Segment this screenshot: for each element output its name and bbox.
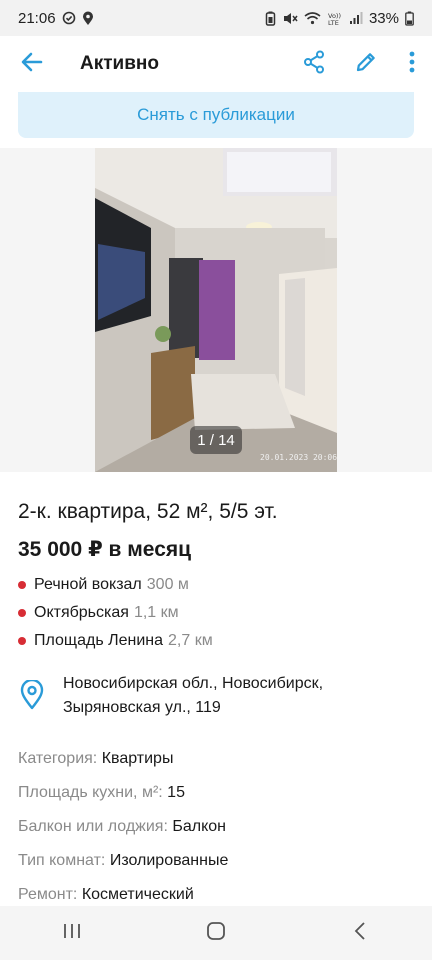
address-line-1: Новосибирская обл., Новосибирск, bbox=[63, 675, 324, 692]
signal-icon bbox=[349, 11, 363, 25]
param-key: Ремонт: bbox=[18, 886, 78, 903]
param-key: Балкон или лоджия: bbox=[18, 818, 168, 835]
listing-photo[interactable] bbox=[95, 148, 337, 472]
mute-icon bbox=[282, 11, 298, 26]
edit-button[interactable] bbox=[340, 36, 392, 92]
photo-counter: 1 / 14 bbox=[190, 426, 242, 454]
param-row: Балкон или лоджия: Балкон bbox=[18, 815, 226, 839]
battery-icon bbox=[405, 11, 414, 26]
metro-item: Речной вокзал 300 м bbox=[18, 573, 398, 597]
status-time: 21:06 bbox=[18, 9, 56, 27]
param-value: Квартиры bbox=[101, 750, 174, 767]
location-icon bbox=[82, 11, 94, 26]
param-row: Ремонт: Косметический bbox=[18, 883, 194, 907]
param-key: Категория: bbox=[18, 750, 98, 767]
param-row: Тип комнат: Изолированные bbox=[18, 849, 228, 873]
param-row: Площадь кухни, м²: 15 bbox=[18, 781, 185, 805]
listing-title: 2-к. квартира, 52 м², 5/5 эт. bbox=[18, 500, 278, 523]
metro-distance: 2,7 км bbox=[168, 632, 213, 649]
metro-item: Октябрьская 1,1 км bbox=[18, 601, 398, 625]
listing-price: 35 000 ₽ в месяц bbox=[18, 538, 192, 561]
address[interactable]: Новосибирская обл., Новосибирск, Зырянов… bbox=[18, 672, 414, 720]
wifi-icon bbox=[304, 11, 321, 25]
metro-dot-icon bbox=[18, 637, 26, 645]
home-button[interactable] bbox=[176, 906, 256, 960]
param-value: Косметический bbox=[81, 886, 194, 903]
home-icon bbox=[206, 921, 226, 946]
address-line-2: Зыряновская ул., 119 bbox=[63, 699, 221, 716]
check-circle-icon bbox=[62, 11, 76, 25]
recent-apps-icon bbox=[62, 922, 82, 945]
metro-item: Площадь Ленина 2,7 км bbox=[18, 629, 398, 653]
metro-dot-icon bbox=[18, 609, 26, 617]
metro-dot-icon bbox=[18, 581, 26, 589]
system-nav-bar bbox=[0, 906, 432, 960]
more-button[interactable] bbox=[392, 36, 432, 92]
param-key: Площадь кухни, м²: bbox=[18, 784, 163, 801]
page-title: Активно bbox=[80, 53, 159, 74]
chevron-left-icon bbox=[353, 921, 367, 946]
battery-percent: 33% bbox=[368, 9, 399, 27]
svg-text:LTE: LTE bbox=[328, 19, 339, 26]
location-pin-icon bbox=[18, 678, 46, 710]
param-value: Балкон bbox=[172, 818, 227, 835]
metro-name: Площадь Ленина bbox=[34, 632, 163, 649]
param-row: Категория: Квартиры bbox=[18, 747, 173, 771]
share-icon bbox=[303, 50, 325, 79]
arrow-left-icon bbox=[21, 52, 43, 77]
volte-icon: Vo)) LTE bbox=[327, 11, 343, 26]
metro-name: Октябрьская bbox=[34, 604, 129, 621]
battery-saver-icon bbox=[265, 11, 276, 26]
recent-apps-button[interactable] bbox=[32, 906, 112, 960]
unpublish-button[interactable]: Снять с публикации bbox=[18, 92, 414, 138]
pencil-icon bbox=[354, 50, 378, 79]
photo-timestamp: 20.01.2023 20:06 bbox=[260, 453, 338, 462]
app-bar: Активно bbox=[0, 36, 432, 92]
metro-distance: 1,1 км bbox=[133, 604, 179, 621]
share-button[interactable] bbox=[288, 36, 340, 92]
param-value: 15 bbox=[167, 784, 185, 801]
photo-gallery[interactable]: 1 / 14 20.01.2023 20:06 bbox=[0, 148, 432, 472]
metro-distance: 300 м bbox=[146, 576, 189, 593]
status-bar: 21:06 Vo)) LTE 33% bbox=[0, 0, 432, 36]
system-back-button[interactable] bbox=[320, 906, 400, 960]
param-value: Изолированные bbox=[109, 852, 229, 869]
more-vertical-icon bbox=[409, 51, 415, 78]
param-key: Тип комнат: bbox=[18, 852, 106, 869]
back-button[interactable] bbox=[0, 36, 64, 92]
metro-name: Речной вокзал bbox=[34, 576, 142, 593]
